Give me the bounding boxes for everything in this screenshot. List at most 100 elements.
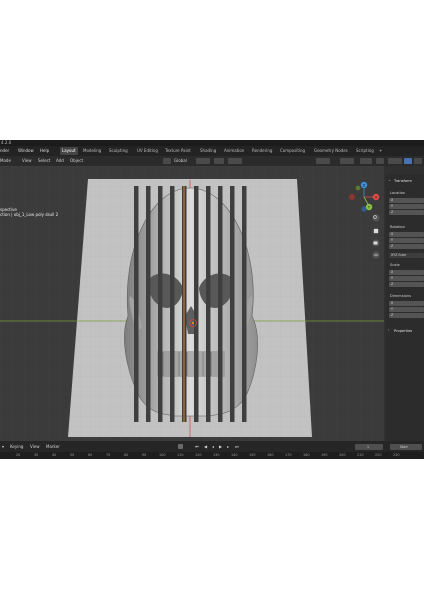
step-forward-button[interactable]: ▸ [227, 441, 229, 452]
jump-end-button[interactable]: ⏭ [235, 441, 239, 452]
jump-start-button[interactable]: ⏮ [195, 441, 199, 452]
frame-tick-label: 210 [357, 453, 364, 457]
record-button[interactable] [178, 444, 183, 449]
tab-shading[interactable]: Shading [198, 147, 218, 155]
menu-add[interactable]: Add [56, 156, 64, 166]
menu-view[interactable]: View [22, 156, 32, 166]
location-label: Location [390, 191, 406, 195]
chevron-down-icon[interactable]: ⌄ [388, 178, 391, 182]
tab-layout[interactable]: Layout [60, 147, 78, 155]
current-frame-field[interactable]: 1 [355, 444, 383, 450]
frame-tick-label: 30 [34, 453, 39, 457]
rotation-z-field[interactable]: Z [389, 244, 424, 249]
orientation-dropdown[interactable]: Global [174, 156, 187, 166]
menu-timeline-view[interactable]: View [30, 441, 40, 452]
dimensions-z-field[interactable]: Z [389, 313, 424, 318]
shading-options-button[interactable] [414, 158, 422, 164]
dimensions-x-field[interactable]: X [389, 301, 424, 306]
menu-select[interactable]: Select [38, 156, 50, 166]
frame-tick-label: 200 [339, 453, 346, 457]
scale-z-field[interactable]: Z [389, 282, 424, 287]
tab-texture-paint[interactable]: Texture Paint [163, 147, 193, 155]
frame-tick-label: 230 [393, 453, 400, 457]
tab-sculpting[interactable]: Sculpting [107, 147, 130, 155]
frame-tick-label: 70 [106, 453, 111, 457]
top-menu-bar: nder Window Help Layout Modeling Sculpti… [0, 146, 424, 156]
playback-dropdown[interactable]: ▾ [2, 441, 4, 452]
frame-tick-label: 160 [267, 453, 274, 457]
play-button[interactable]: ▶ [219, 441, 222, 452]
gizmo-neg-z-axis[interactable] [361, 206, 367, 212]
tab-compositing[interactable]: Compositing [278, 147, 307, 155]
location-y-field[interactable]: Y [389, 204, 424, 209]
chevron-right-icon[interactable]: › [388, 328, 389, 332]
gizmo-toggle-button[interactable] [340, 158, 354, 164]
frame-tick-label: 90 [142, 453, 147, 457]
shading-mode-buttons[interactable] [388, 158, 402, 164]
frame-tick-label: 100 [159, 453, 166, 457]
menu-window[interactable]: Window [18, 146, 34, 156]
menu-keying[interactable]: Keying [10, 441, 23, 452]
frame-tick-label: 110 [177, 453, 184, 457]
orientation-icon[interactable] [163, 158, 171, 164]
frame-tick-label: 130 [213, 453, 220, 457]
scale-label: Scale [390, 263, 400, 267]
mode-selector[interactable]: Mode [0, 156, 11, 166]
rotation-y-field[interactable]: Y [389, 238, 424, 243]
overlay-toggle-button[interactable] [360, 158, 372, 164]
dimensions-y-field[interactable]: Y [389, 307, 424, 312]
gizmo-neg-y-axis[interactable] [355, 185, 361, 191]
menu-render[interactable]: nder [0, 146, 9, 156]
blender-window: 4.2.0 nder Window Help Layout Modeling S… [0, 140, 424, 459]
frame-tick-label: 190 [321, 453, 328, 457]
active-collection-label: ction | obj_1_Low poly skull 2 [0, 212, 59, 217]
viewport-header: Mode View Select Add Object Global [0, 156, 424, 166]
viewport-overlay-text: spective ction | obj_1_Low poly skull 2 [0, 207, 58, 217]
add-workspace-button[interactable]: + [377, 147, 384, 155]
menu-help[interactable]: Help [40, 146, 49, 156]
frame-tick-label: 150 [249, 453, 256, 457]
location-x-field[interactable]: X [389, 198, 424, 203]
frame-tick-label: 170 [285, 453, 292, 457]
menu-object[interactable]: Object [70, 156, 83, 166]
tab-modeling[interactable]: Modeling [81, 147, 103, 155]
pivot-point-button[interactable] [196, 158, 210, 164]
timeline-header: ▾ Keying View Marker ⏮ ◀ ◂ ▶ ▸ ⏭ 1 Start [0, 441, 424, 452]
tab-scripting[interactable]: Scripting [354, 147, 376, 155]
object-origin [192, 322, 194, 324]
3d-viewport[interactable]: X Z Y spective ction | obj_1_Low poly sk… [0, 166, 384, 441]
frame-tick-label: 140 [231, 453, 238, 457]
step-back-button[interactable]: ◀ [204, 441, 207, 452]
frame-tick-label: 20 [16, 453, 21, 457]
start-frame-field[interactable]: Start [390, 444, 422, 450]
visibility-button[interactable] [316, 158, 330, 164]
snap-button[interactable] [214, 158, 224, 164]
scale-y-field[interactable]: Y [389, 276, 424, 281]
tab-uv-editing[interactable]: UV Editing [135, 147, 160, 155]
solid-shading-button[interactable] [404, 158, 412, 164]
properties-section-header[interactable]: Properties [394, 329, 412, 333]
rotation-label: Rotation [390, 225, 406, 229]
xray-toggle-button[interactable] [376, 158, 384, 164]
timeline-frame-ruler[interactable]: 20 30 40 50 60 70 80 90 100 110 120 130 … [0, 452, 424, 459]
scale-x-field[interactable]: X [389, 270, 424, 275]
frame-tick-label: 60 [88, 453, 93, 457]
rotation-x-field[interactable]: X [389, 232, 424, 237]
tab-geometry-nodes[interactable]: Geometry Nodes [312, 147, 350, 155]
frame-tick-label: 50 [70, 453, 75, 457]
proportional-edit-button[interactable] [228, 158, 242, 164]
play-reverse-button[interactable]: ◂ [212, 441, 214, 452]
menu-marker[interactable]: Marker [46, 441, 60, 452]
frame-tick-label: 220 [375, 453, 382, 457]
rotation-mode-dropdown[interactable]: XYZ Euler [389, 253, 424, 258]
frame-tick-label: 120 [195, 453, 202, 457]
frame-tick-label: 80 [124, 453, 129, 457]
sidebar-n-panel: ⌄ Transform Location X Y Z Rotation X Y … [386, 174, 424, 441]
location-z-field[interactable]: Z [389, 210, 424, 215]
tab-animation[interactable]: Animation [222, 147, 246, 155]
dimensions-label: Dimensions [390, 294, 411, 298]
gizmo-neg-x-axis[interactable] [349, 194, 355, 200]
frame-tick-label: 40 [52, 453, 57, 457]
tab-rendering[interactable]: Rendering [250, 147, 274, 155]
transform-section-header[interactable]: Transform [394, 179, 412, 183]
